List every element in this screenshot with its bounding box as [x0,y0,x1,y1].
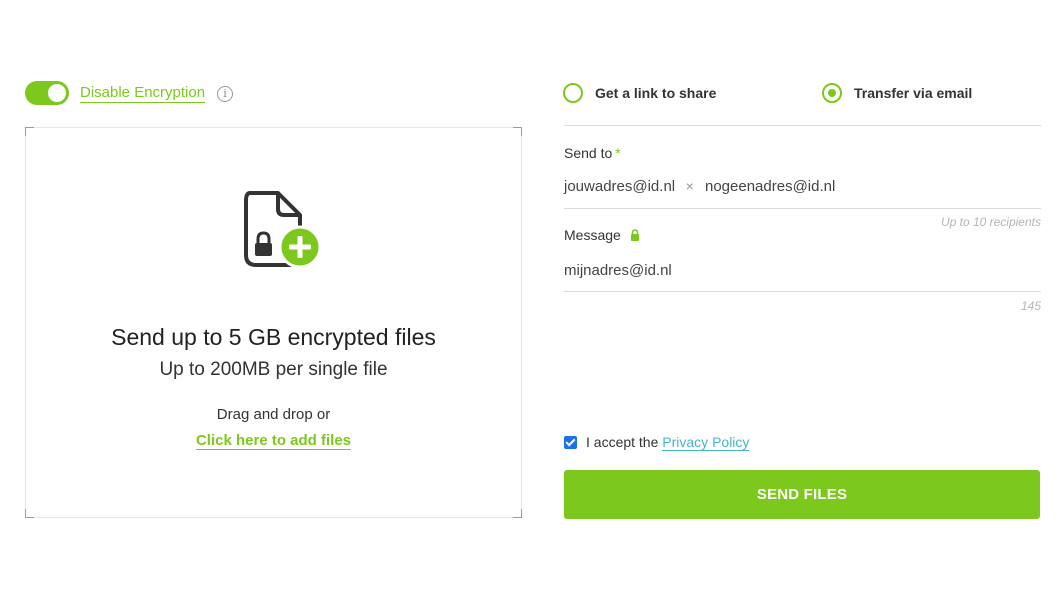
privacy-accept: I accept the Privacy Policy [586,434,750,451]
dropzone-subtitle: Up to 200MB per single file [159,359,388,380]
locked-file-add-icon [240,189,322,276]
add-files-link[interactable]: Click here to add files [195,432,352,450]
disable-encryption-link[interactable]: Disable Encryption [80,84,206,103]
add-files-wrap: Click here to add files [25,431,522,450]
message-input[interactable] [564,258,1041,282]
radio-get-link[interactable] [563,83,583,103]
privacy-policy-link[interactable]: Privacy Policy [662,434,750,451]
corner-marker [513,509,522,518]
toggle-knob [48,84,66,102]
recipient-chip[interactable]: jouwadres@id.nl × [564,178,694,196]
radio-get-link-label[interactable]: Get a link to share [595,85,716,101]
privacy-checkbox[interactable] [564,436,577,449]
recipient-chip[interactable]: nogeenadres@id.nl [705,178,835,195]
corner-marker [25,509,34,518]
message-underline [564,291,1041,292]
recipients-hint: Up to 10 recipients [940,215,1041,229]
recipient-email: jouwadres@id.nl [564,178,676,195]
radio-transfer-email[interactable] [822,83,842,103]
dropzone-title: Send up to 5 GB encrypted files [111,324,436,350]
send-to-underline [564,208,1041,209]
file-drop-zone[interactable] [25,127,522,518]
send-to-label-text: Send to [564,145,613,161]
info-icon[interactable] [217,86,233,102]
lock-icon [630,229,639,241]
corner-marker [25,127,34,136]
corner-marker [513,127,522,136]
required-mark: * [615,145,621,161]
send-to-label: Send to * [564,145,621,161]
message-label-text: Message [564,227,621,243]
message-char-count: 145 [1020,299,1041,313]
radio-transfer-email-label[interactable]: Transfer via email [854,85,972,101]
drag-drop-text: Drag and drop or [216,406,331,423]
send-files-button[interactable]: SEND FILES [564,470,1040,519]
divider [564,125,1041,126]
encryption-toggle[interactable] [25,81,69,105]
message-label: Message [564,227,640,243]
remove-recipient-icon[interactable]: × [686,178,694,194]
privacy-accept-text: I accept the [586,434,659,450]
